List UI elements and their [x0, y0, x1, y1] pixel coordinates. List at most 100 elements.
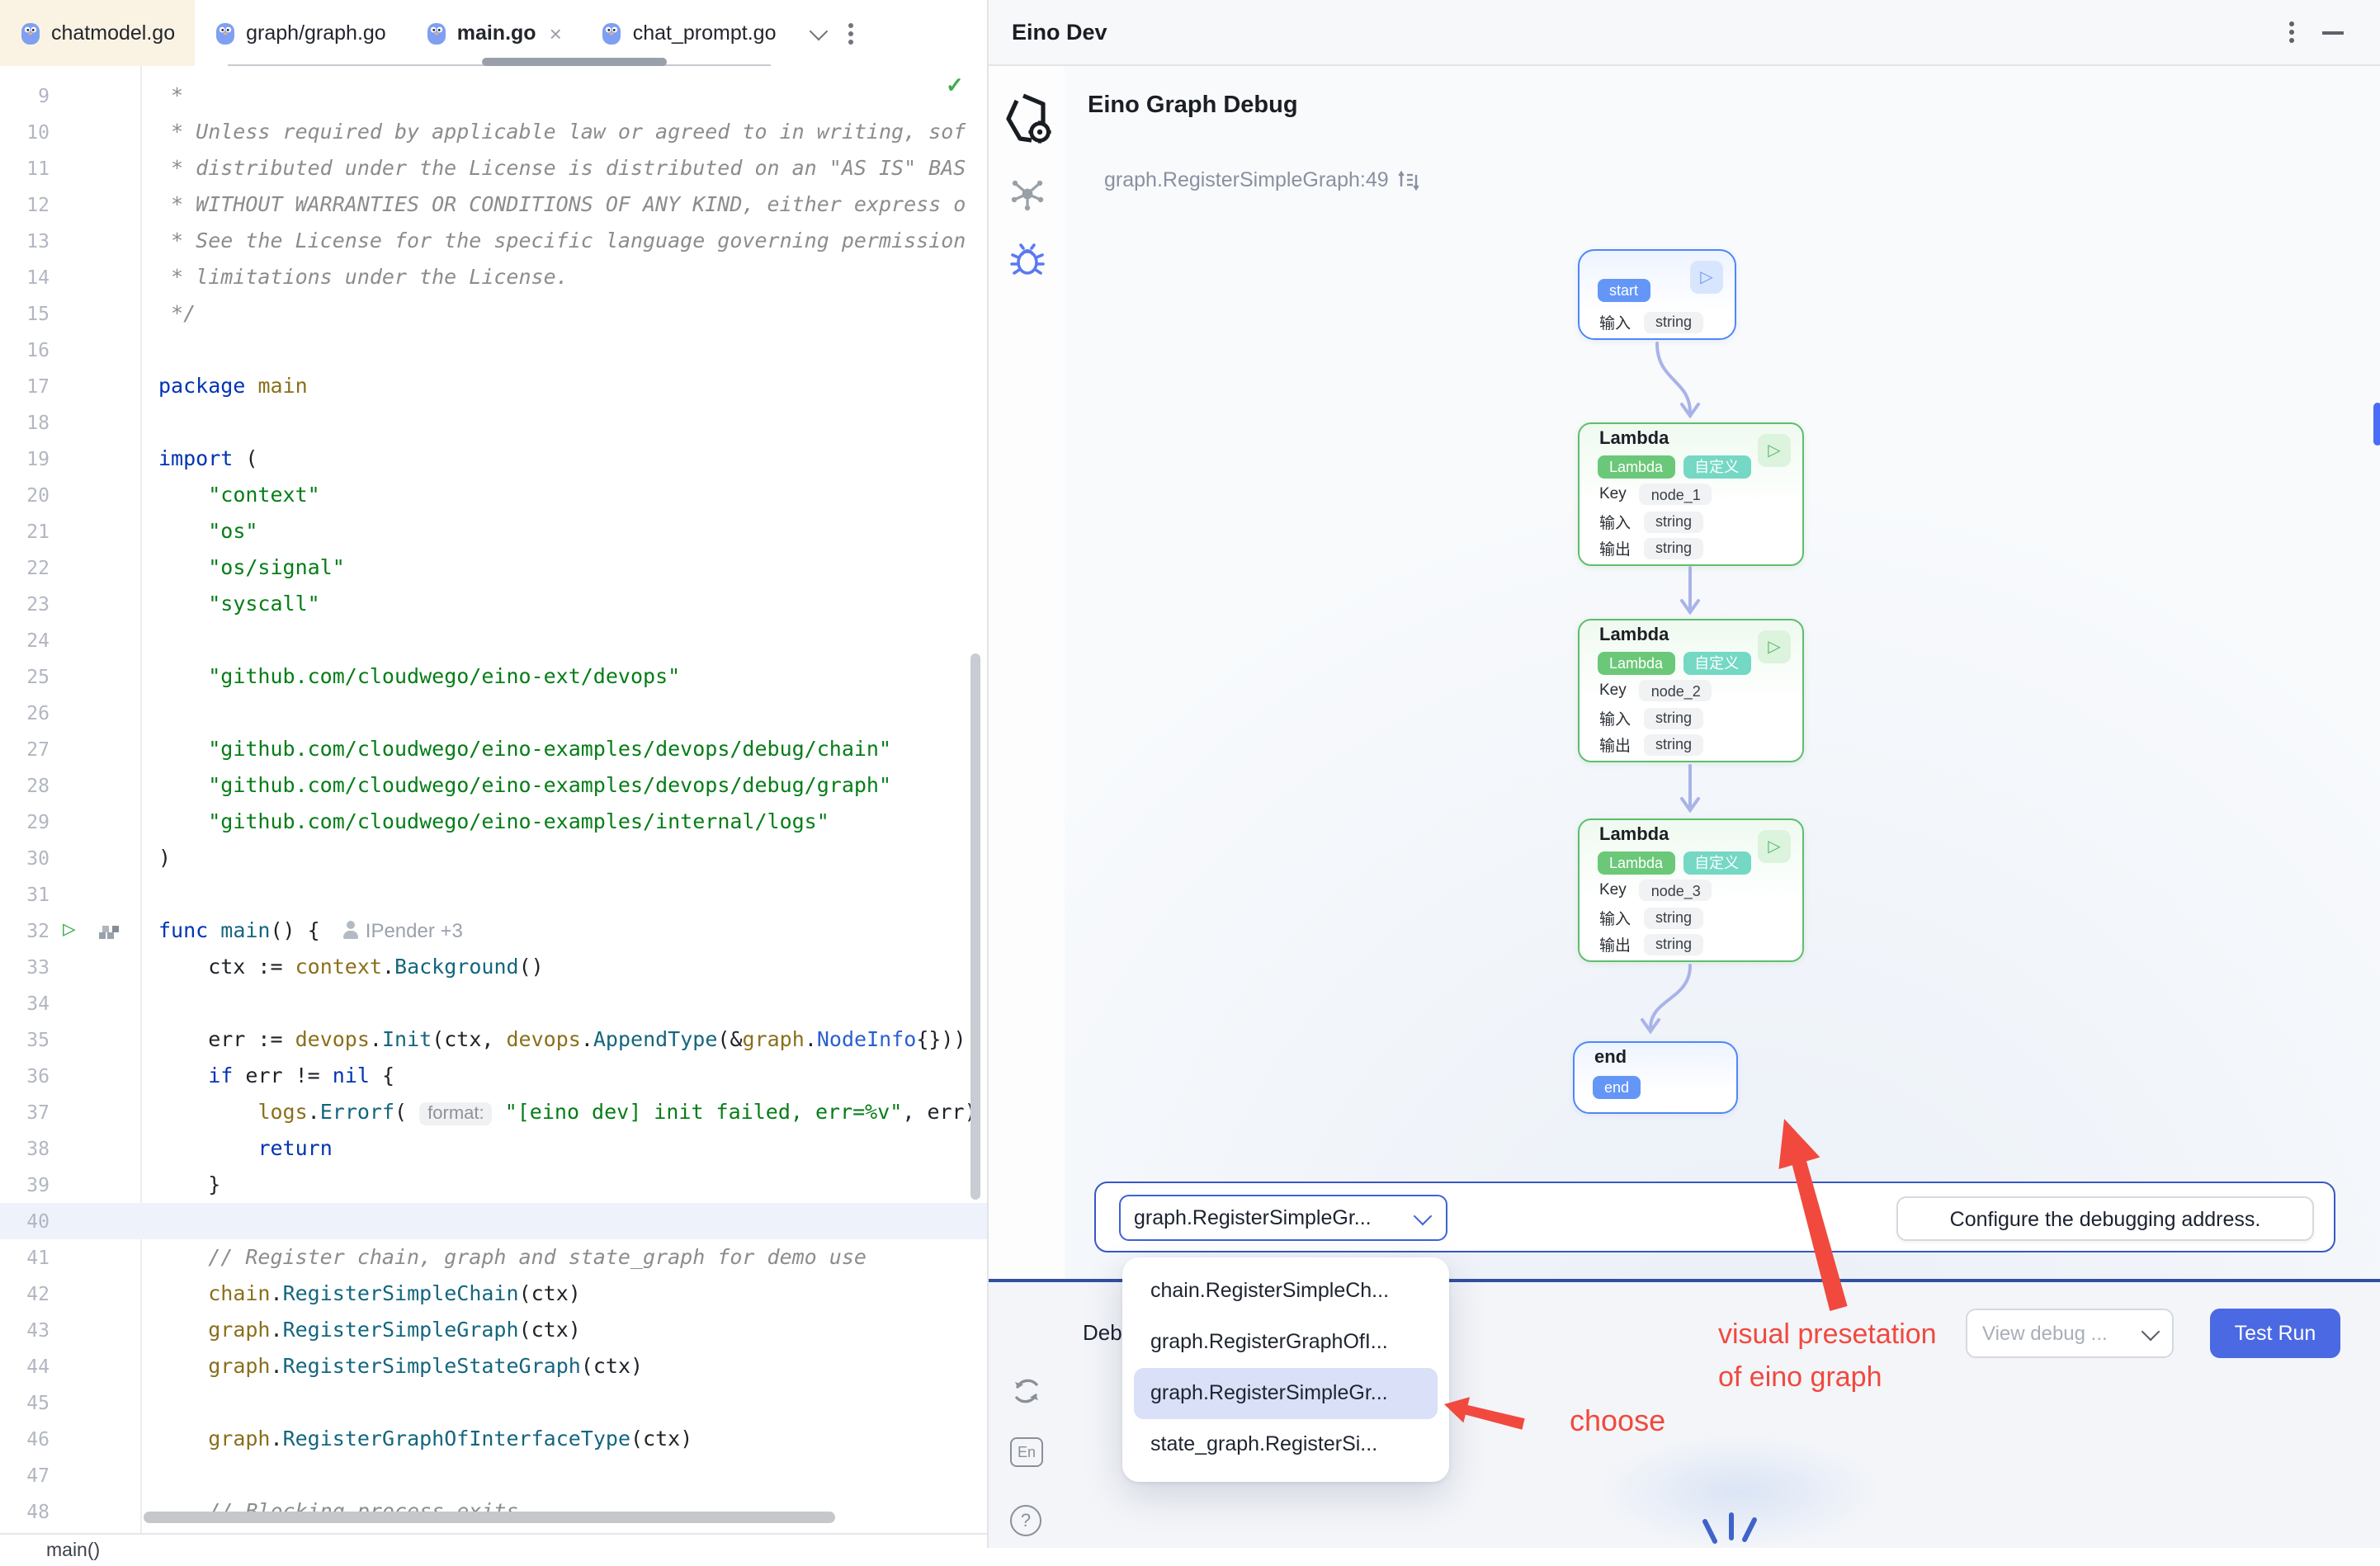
code-line: 22 "os/signal" [0, 550, 987, 586]
node-play-button[interactable]: ▷ [1758, 830, 1791, 863]
code-line: 15 */ [0, 295, 987, 332]
ide-window: chatmodel.go graph/graph.go main.go × ch… [0, 0, 2380, 1548]
graph-node-lambda-3[interactable]: Lambda ▷ Lambda 自定义 Keynode_3 输入string 输… [1578, 818, 1804, 962]
output-type-badge: string [1644, 933, 1703, 955]
tab-label: chat_prompt.go [633, 21, 777, 45]
start-badge: start [1598, 279, 1650, 302]
tab-label: main.go [457, 21, 536, 45]
eino-dev-panel: Eino Dev [987, 0, 2380, 1548]
code-line: 38 return [0, 1130, 987, 1167]
configure-address-button[interactable]: Configure the debugging address. [1896, 1196, 2314, 1241]
line-number: 46 [0, 1421, 50, 1457]
graph-node-end[interactable]: end end [1573, 1041, 1738, 1114]
test-run-button[interactable]: Test Run [2210, 1309, 2340, 1358]
tab-main-go[interactable]: main.go × [406, 0, 582, 66]
node-play-button[interactable]: ▷ [1690, 261, 1723, 294]
node-title: Lambda [1599, 625, 1669, 645]
tab-graph-go[interactable]: graph/graph.go [195, 0, 406, 66]
graph-target-select[interactable]: graph.RegisterSimpleGr... [1119, 1195, 1447, 1241]
graph-node-lambda-2[interactable]: Lambda ▷ Lambda 自定义 Keynode_2 输入string 输… [1578, 619, 1804, 762]
go-gopher-icon [426, 21, 447, 45]
code-line: 9 * [0, 78, 987, 114]
line-number: 43 [0, 1312, 50, 1348]
debug-label-partial: Deb [1083, 1320, 1122, 1345]
code-line: 46 graph.RegisterGraphOfInterfaceType(ct… [0, 1421, 987, 1457]
refresh-icon[interactable] [1010, 1375, 1043, 1408]
line-number: 9 [0, 78, 50, 114]
input-type-badge: string [1644, 311, 1703, 333]
view-debug-select[interactable]: View debug ... [1966, 1309, 2174, 1358]
custom-badge: 自定义 [1683, 455, 1750, 479]
graph-select-menu: chain.RegisterSimpleCh... graph.Register… [1122, 1257, 1449, 1482]
code-line: 17package main [0, 368, 987, 404]
input-type-badge: string [1644, 511, 1703, 532]
key-badge: node_1 [1640, 483, 1712, 505]
line-number: 10 [0, 114, 50, 150]
line-number: 29 [0, 804, 50, 840]
menu-option-graph-simple[interactable]: graph.RegisterSimpleGr... [1134, 1368, 1438, 1419]
code-line: 26 [0, 695, 987, 731]
lambda-badge: Lambda [1598, 851, 1674, 875]
code-line: 29 "github.com/cloudwego/eino-examples/i… [0, 804, 987, 840]
chevron-down-icon[interactable] [810, 21, 829, 40]
annotation-choose: choose [1570, 1404, 1665, 1439]
debug-target: graph.RegisterSimpleGraph:49 [1104, 168, 1420, 191]
minimize-icon[interactable] [2322, 31, 2344, 35]
run-button[interactable]: ▷ [63, 913, 76, 949]
language-en-icon[interactable]: En [1010, 1437, 1043, 1467]
custom-badge: 自定义 [1683, 851, 1750, 875]
graph-nodes-icon[interactable] [1008, 175, 1046, 213]
input-label: 输入 [1599, 706, 1631, 729]
line-number: 35 [0, 1021, 50, 1058]
code-line: 20 "context" [0, 477, 987, 513]
code-line: 41 // Register chain, graph and state_gr… [0, 1239, 987, 1276]
line-number: 39 [0, 1167, 50, 1203]
code-line: 32▷func main() { IPender +3 [0, 913, 987, 949]
key-badge: node_3 [1640, 880, 1712, 901]
tab-scrollbar-thumb[interactable] [482, 58, 667, 66]
code-line: 10 * Unless required by applicable law o… [0, 114, 987, 150]
line-number: 28 [0, 767, 50, 804]
code-line: 28 "github.com/cloudwego/eino-examples/d… [0, 767, 987, 804]
switch-target-icon[interactable] [1399, 169, 1420, 191]
line-number: 22 [0, 550, 50, 586]
breadcrumb-function[interactable]: main() [46, 1541, 100, 1561]
related-symbols-icon[interactable] [99, 932, 106, 939]
input-type-badge: string [1644, 907, 1703, 928]
code-line: 40 [0, 1203, 987, 1239]
line-number: 11 [0, 150, 50, 186]
key-badge: node_2 [1640, 680, 1712, 701]
menu-option-state-graph[interactable]: state_graph.RegisterSi... [1134, 1419, 1438, 1470]
debug-target-text: graph.RegisterSimpleGraph:49 [1104, 168, 1389, 191]
code-line: 47 [0, 1457, 987, 1493]
debug-bug-icon[interactable] [1007, 239, 1048, 281]
debug-panel-title: Eino Graph Debug [1088, 92, 1298, 119]
lambda-badge: Lambda [1598, 455, 1674, 479]
tab-chat-prompt-go[interactable]: chat_prompt.go [582, 0, 796, 66]
editor-vertical-scrollbar[interactable] [970, 653, 980, 1200]
line-number: 20 [0, 477, 50, 513]
node-play-button[interactable]: ▷ [1758, 630, 1791, 663]
chevron-down-icon [2142, 1322, 2160, 1341]
graph-node-start[interactable]: ▷ start 输入 string [1578, 249, 1736, 340]
input-label: 输入 [1599, 310, 1631, 333]
kebab-menu-icon[interactable] [848, 31, 853, 35]
help-icon[interactable]: ? [1010, 1505, 1041, 1536]
code-line: 25 "github.com/cloudwego/eino-ext/devops… [0, 658, 987, 695]
inspections-ok-icon: ✓ [946, 73, 964, 99]
tab-chatmodel-go[interactable]: chatmodel.go [0, 0, 195, 66]
panel-scrollbar-thumb[interactable] [2373, 403, 2380, 446]
menu-option-chain[interactable]: chain.RegisterSimpleCh... [1134, 1266, 1438, 1317]
code-lines: 9 *10 * Unless required by applicable la… [0, 78, 987, 1530]
graph-target-select-value: graph.RegisterSimpleGr... [1134, 1206, 1372, 1229]
output-label: 输出 [1599, 733, 1631, 756]
graph-node-lambda-1[interactable]: Lambda ▷ Lambda 自定义 Keynode_1 输入string 输… [1578, 422, 1804, 566]
panel-options-icon[interactable] [2289, 30, 2294, 35]
key-label: Key [1599, 881, 1627, 899]
code-line: 11 * distributed under the License is di… [0, 150, 987, 186]
code-editor[interactable]: 9 *10 * Unless required by applicable la… [0, 66, 987, 1533]
node-play-button[interactable]: ▷ [1758, 434, 1791, 467]
editor-horizontal-scrollbar[interactable] [144, 1512, 835, 1523]
menu-option-graph-interface[interactable]: graph.RegisterGraphOfI... [1134, 1317, 1438, 1368]
close-icon[interactable]: × [550, 21, 562, 45]
